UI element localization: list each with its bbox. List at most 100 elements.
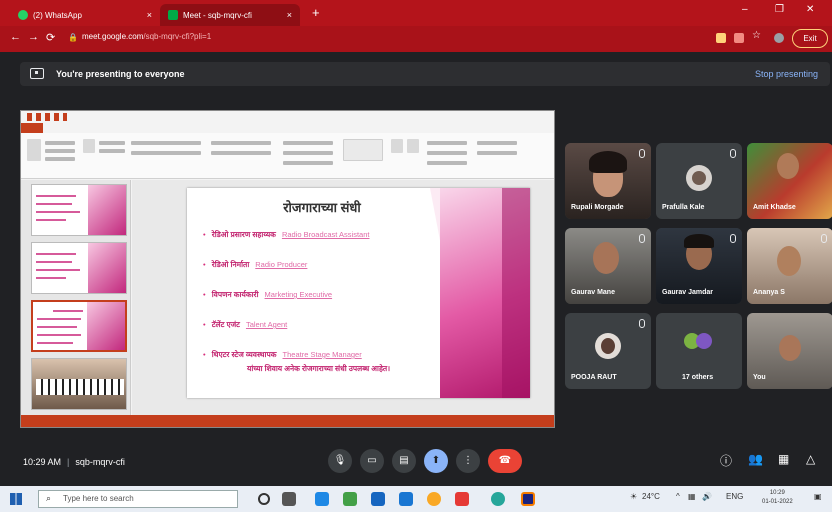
info-icon[interactable]: ⓘ — [720, 452, 732, 469]
present-screen-icon: ⬆ — [431, 455, 441, 466]
paste-icon — [27, 139, 41, 161]
taskbar-search-box[interactable]: ⌕ Type here to search — [38, 490, 238, 508]
lock-icon[interactable]: 🔒 — [68, 33, 78, 42]
participant-name: Gaurav Mane — [571, 289, 615, 296]
weather-icon[interactable]: ☀ — [630, 492, 637, 501]
participant-tile[interactable]: POOJA RAUT — [565, 313, 651, 389]
chat-icon[interactable]: ▦ — [778, 452, 789, 466]
slide-thumbnails — [21, 180, 131, 416]
back-icon[interactable]: ← — [10, 31, 21, 43]
slide-bullet: थिएटर स्टेज व्यवस्थापकTheatre Stage Mana… — [203, 350, 362, 360]
ppt-ribbon — [21, 133, 554, 179]
slide-bullet: टॅलेंट एजंटTalent Agent — [203, 320, 288, 330]
slide-thumbnail — [31, 184, 127, 236]
extension-icon[interactable] — [734, 33, 744, 43]
meet-icon — [168, 10, 178, 20]
mic-muted-icon — [639, 149, 645, 158]
participant-hair — [684, 234, 714, 248]
presenting-text: You're presenting to everyone — [56, 69, 185, 79]
meet-app-icon[interactable] — [491, 492, 505, 506]
taskbar-clock[interactable]: 10:29 01-01-2022 — [762, 489, 793, 507]
meeting-code: sqb-mqrv-cfi — [75, 457, 125, 467]
quick-access-toolbar — [27, 113, 67, 121]
camera-button[interactable]: ▭ — [360, 449, 384, 473]
participant-name: Ananya S — [753, 289, 785, 296]
tray-chevron-icon[interactable]: ^ — [676, 492, 680, 501]
edge-icon[interactable] — [315, 492, 329, 506]
present-button[interactable]: ⬆ — [424, 449, 448, 473]
present-screen-icon — [30, 68, 44, 79]
ppt-title-bar — [21, 111, 554, 123]
url-field[interactable]: meet.google.com/sqb-mqrv-cfi?pli=1 — [82, 32, 211, 41]
minimize-icon[interactable]: – — [742, 4, 748, 15]
others-tile[interactable]: 17 others — [656, 313, 742, 389]
mic-muted-icon — [821, 234, 827, 243]
microphone-button[interactable]: 🎙 — [328, 449, 352, 473]
mail-icon[interactable] — [399, 492, 413, 506]
slide-title: रोजगाराच्या संधी — [283, 200, 361, 215]
reload-icon[interactable]: ⟳ — [46, 31, 55, 44]
exit-button[interactable]: Exit — [792, 29, 828, 48]
maximize-icon[interactable]: ❐ — [775, 4, 784, 15]
close-tab-icon[interactable]: × — [287, 10, 292, 20]
arrange-icon — [391, 139, 403, 153]
participant-tile[interactable]: Gaurav Mane — [565, 228, 651, 304]
mic-muted-icon — [730, 234, 736, 243]
shapes-gallery — [343, 139, 383, 161]
tab-whatsapp[interactable]: (2) WhatsApp × — [10, 4, 160, 26]
participant-tile[interactable]: Rupali Morgade — [565, 143, 651, 219]
app-icon[interactable] — [343, 492, 357, 506]
windows-start-icon[interactable] — [10, 493, 22, 505]
activities-icon[interactable]: △ — [806, 452, 815, 466]
active-app-icon[interactable] — [521, 492, 535, 506]
speaker-icon[interactable]: 🔊 — [702, 492, 712, 501]
weather-temp[interactable]: 24°C — [642, 492, 660, 501]
powerpoint-icon[interactable] — [455, 492, 469, 506]
slide-bullet: रेडिओ प्रसारण सहाय्यकRadio Broadcast Ass… — [203, 230, 370, 240]
participant-tile[interactable]: Ananya S — [747, 228, 832, 304]
mic-muted-icon — [639, 319, 645, 328]
profile-icon[interactable] — [774, 33, 784, 43]
phone-hangup-icon: ☎ — [498, 455, 512, 466]
new-tab-icon[interactable]: + — [312, 5, 320, 20]
participant-name: Gaurav Jamdar — [662, 289, 713, 296]
participant-tile[interactable]: Amit Khadse — [747, 143, 832, 219]
captions-icon: ▤ — [399, 455, 409, 466]
participant-avatar-photo — [692, 171, 706, 185]
participant-tile[interactable]: Prafulla Kale — [656, 143, 742, 219]
self-tile[interactable]: You — [747, 313, 832, 389]
camera-indicator-icon[interactable] — [716, 33, 726, 43]
mic-muted-icon — [730, 149, 736, 158]
slide-bullet: रेडिओ निर्माताRadio Producer — [203, 260, 308, 270]
tab-meet[interactable]: Meet - sqb-mqrv-cfi × — [160, 4, 300, 26]
microphone-icon: 🎙 — [333, 455, 347, 466]
search-icon: ⌕ — [46, 493, 52, 503]
close-tab-icon[interactable]: × — [147, 10, 152, 20]
self-name: You — [753, 374, 766, 381]
participant-avatar-photo — [601, 338, 615, 354]
participant-face — [593, 242, 619, 274]
task-view-icon[interactable] — [282, 492, 296, 506]
cortana-icon[interactable] — [258, 493, 270, 505]
others-count: 17 others — [682, 374, 714, 381]
notification-icon[interactable]: ▣ — [814, 492, 822, 501]
more-options-button[interactable]: ⋮ — [456, 449, 480, 473]
leave-call-button[interactable]: ☎ — [488, 449, 522, 473]
chrome-icon[interactable] — [427, 492, 441, 506]
people-icon[interactable]: 👥 — [748, 452, 763, 466]
stop-presenting-button[interactable]: Stop presenting — [755, 69, 818, 79]
mic-muted-icon — [639, 234, 645, 243]
participant-tile[interactable]: Gaurav Jamdar — [656, 228, 742, 304]
star-icon[interactable]: ☆ — [752, 30, 770, 46]
slide-closing-line: यांच्या शिवाय अनेक रोजगाराच्या संधी उपलब… — [247, 364, 391, 373]
word-icon[interactable] — [371, 492, 385, 506]
forward-icon[interactable]: → — [28, 31, 39, 43]
slide-thumbnail — [31, 242, 127, 294]
language-indicator[interactable]: ENG — [726, 492, 743, 501]
network-icon[interactable]: ▦ — [688, 492, 696, 501]
close-window-icon[interactable]: ✕ — [806, 4, 814, 15]
windows-taskbar: ⌕ Type here to search ☀ 24°C ^ ▦ 🔊 ENG 1… — [0, 486, 832, 512]
quick-styles-icon — [407, 139, 419, 153]
others-avatar-icon — [696, 333, 712, 349]
captions-button[interactable]: ▤ — [392, 449, 416, 473]
